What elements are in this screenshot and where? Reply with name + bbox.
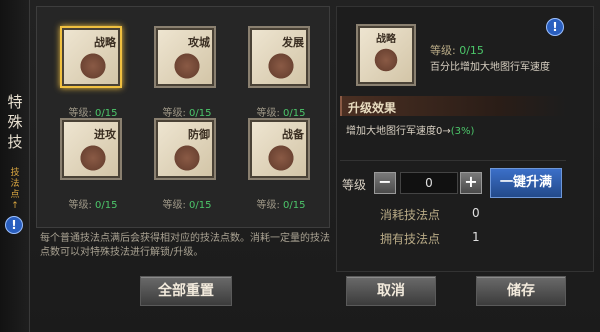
skill-development-icon: 发展	[248, 26, 310, 88]
skill-strategy-icon: 战略	[60, 26, 122, 88]
level-input-label: 等级	[342, 178, 367, 192]
shield-icon	[172, 144, 202, 172]
detail-level: 等级: 0/15	[430, 44, 484, 57]
skill-name: 战略	[94, 36, 116, 49]
consume-label: 消耗技法点	[380, 208, 441, 222]
supplies-icon	[266, 144, 296, 172]
soldier-icon	[78, 52, 108, 80]
skill-name: 防御	[188, 128, 210, 141]
skill-name: 进攻	[94, 128, 116, 141]
skill-preparation-icon: 战备	[248, 118, 310, 180]
side-tab-special-skill[interactable]: 特殊技 技法点↑ !	[0, 0, 30, 332]
treasure-icon	[266, 52, 296, 80]
divider	[340, 160, 566, 161]
info-icon[interactable]: !	[546, 18, 564, 36]
side-tab-subtitle: 技法点↑	[10, 168, 20, 211]
own-value: 1	[472, 230, 480, 244]
side-tab-title: 特殊技	[7, 93, 23, 151]
skill-siege-icon: 攻城	[154, 26, 216, 88]
skill-name: 攻城	[188, 36, 210, 49]
skill-defense[interactable]: 防御 等级: 0/15	[142, 112, 232, 212]
upgrade-effect-text: 增加大地图行军速度0→(3%)	[346, 126, 475, 137]
skill-window: 特殊技 技法点↑ ! 战略 等级: 0/15 攻城 等级: 0/15 发展 等级…	[0, 0, 600, 332]
upgrade-effect-header: 升级效果	[340, 96, 566, 116]
detail-effect: 百分比增加大地图行军速度	[430, 62, 550, 73]
skill-name: 战备	[282, 128, 304, 141]
own-label: 拥有技法点	[380, 232, 441, 246]
max-upgrade-button[interactable]: 一键升满	[490, 168, 562, 198]
level-input[interactable]: 0	[400, 172, 458, 194]
description-text: 每个普通技法点满后会获得相对应的技法点数。消耗一定量的技法点数可以对特殊技法进行…	[40, 233, 330, 258]
consume-value: 0	[472, 206, 480, 220]
skill-preparation[interactable]: 战备 等级: 0/15	[236, 112, 326, 212]
siege-icon	[172, 52, 202, 80]
skill-strategy[interactable]: 战略 等级: 0/15	[48, 20, 138, 120]
detail-skill-icon: 战略	[356, 24, 416, 86]
cancel-button[interactable]: 取消	[346, 276, 436, 306]
skill-development[interactable]: 发展 等级: 0/15	[236, 20, 326, 120]
soldier-icon	[374, 46, 398, 74]
increment-button[interactable]: +	[460, 172, 482, 194]
skill-level: 等级: 0/15	[68, 200, 118, 211]
skill-level: 等级: 0/15	[162, 200, 212, 211]
skill-siege[interactable]: 攻城 等级: 0/15	[142, 20, 232, 120]
info-icon[interactable]: !	[5, 216, 23, 234]
save-button[interactable]: 储存	[476, 276, 566, 306]
skill-attack-icon: 进攻	[60, 118, 122, 180]
skill-attack[interactable]: 进攻 等级: 0/15	[48, 112, 138, 212]
skill-defense-icon: 防御	[154, 118, 216, 180]
skill-name: 发展	[282, 36, 304, 49]
skill-level: 等级: 0/15	[256, 200, 306, 211]
sword-icon	[78, 144, 108, 172]
reset-all-button[interactable]: 全部重置	[140, 276, 232, 306]
detail-skill-name: 战略	[376, 34, 396, 45]
decrement-button[interactable]: −	[374, 172, 396, 194]
